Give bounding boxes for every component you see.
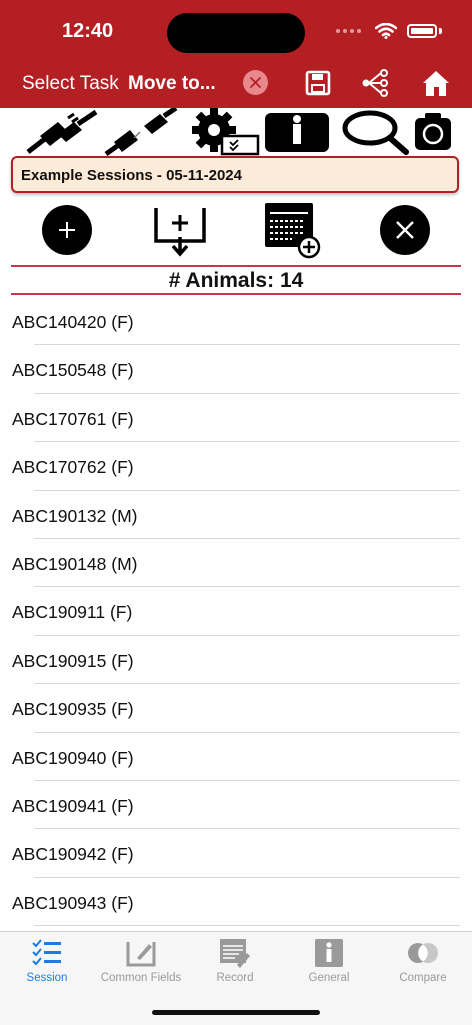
tab-compare[interactable]: Compare [376, 938, 470, 984]
cellular-signal-icon [336, 29, 361, 33]
list-item[interactable]: ABC190942 (F) [0, 829, 472, 878]
app-header: 12:40 Select Task Move to... [0, 0, 472, 108]
info-icon [315, 939, 343, 967]
record-icon [220, 939, 250, 968]
add-icon [42, 205, 92, 255]
row-divider [34, 925, 460, 927]
list-item[interactable]: ABC190148 (M) [0, 539, 472, 588]
animal-id: ABC190148 (M) [12, 553, 138, 574]
session-name[interactable]: Example Sessions - 05-11-2024 [11, 156, 459, 193]
animal-id: ABC190940 (F) [12, 747, 134, 768]
battery-icon [407, 24, 437, 38]
select-task-label: Select Task [22, 73, 119, 94]
animal-id: ABC190943 (F) [12, 892, 134, 913]
clear-icon[interactable] [243, 70, 268, 95]
animal-id: ABC190941 (F) [12, 795, 134, 816]
animal-id: ABC150548 (F) [12, 360, 134, 381]
task-value[interactable]: Move to... [128, 73, 216, 95]
animal-id: ABC140420 (F) [12, 312, 134, 332]
animal-id: ABC190132 (M) [12, 505, 138, 526]
tab-common-fields[interactable]: Common Fields [94, 938, 188, 984]
home-icon[interactable] [421, 68, 451, 98]
toolbar [0, 108, 472, 156]
animal-id: ABC190942 (F) [12, 844, 134, 865]
camera-icon[interactable] [414, 108, 452, 156]
animal-id: ABC170761 (F) [12, 408, 134, 429]
import-icon [154, 208, 206, 257]
list-item[interactable]: ABC190941 (F) [0, 781, 472, 830]
search-icon[interactable] [340, 108, 410, 156]
animal-id: ABC190915 (F) [12, 650, 134, 671]
checklist-icon [32, 939, 61, 966]
hierarchy-icon[interactable] [360, 68, 390, 98]
animal-id: ABC190935 (F) [12, 699, 134, 720]
compare-icon [408, 943, 438, 963]
edit-icon [126, 942, 156, 967]
dynamic-island [167, 13, 305, 53]
animal-count: # Animals: 14 [11, 265, 461, 295]
add-list-icon [265, 203, 321, 259]
wifi-icon [375, 23, 397, 39]
list-item[interactable]: ABC190132 (M) [0, 491, 472, 539]
save-icon[interactable] [303, 68, 333, 98]
settings-icon[interactable] [178, 108, 260, 156]
list-item[interactable]: ABC150548 (F) [0, 345, 472, 394]
list-item[interactable]: ABC140420 (F) [0, 297, 472, 346]
list-item[interactable]: ABC170761 (F) [0, 394, 472, 443]
disconnect-icon[interactable] [104, 108, 178, 156]
animal-id: ABC170762 (F) [12, 457, 134, 478]
status-icons [336, 23, 442, 39]
animal-list: ABC140420 (F) ABC150548 (F) ABC170761 (F) A… [0, 297, 472, 927]
tab-session[interactable]: Session [0, 938, 94, 984]
list-item[interactable]: ABC190940 (F) [0, 733, 472, 781]
animal-id: ABC190911 (F) [12, 602, 133, 623]
tab-record[interactable]: Record [188, 938, 282, 984]
connect-icon[interactable] [24, 108, 100, 156]
list-item[interactable]: ABC190915 (F) [0, 636, 472, 685]
status-time: 12:40 [62, 20, 114, 42]
list-item[interactable]: ABC190943 (F) [0, 878, 472, 927]
add-list-button[interactable] [264, 202, 322, 265]
tab-general[interactable]: General [282, 938, 376, 984]
home-indicator [152, 1010, 320, 1015]
import-button[interactable] [153, 205, 207, 262]
list-item[interactable]: ABC190935 (F) [0, 684, 472, 733]
add-button[interactable] [42, 205, 92, 255]
close-button[interactable] [380, 205, 430, 255]
info-icon[interactable] [264, 108, 330, 156]
list-item[interactable]: ABC190911 (F) [0, 587, 472, 636]
list-item[interactable]: ABC170762 (F) [0, 442, 472, 491]
close-icon [380, 205, 430, 255]
